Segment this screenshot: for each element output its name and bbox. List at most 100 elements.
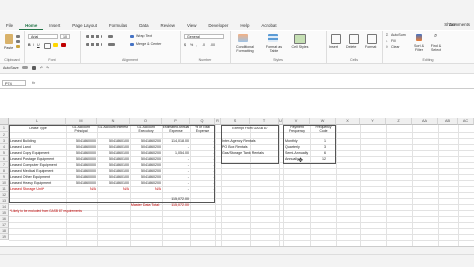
delete-button[interactable]: Delete [346,45,356,49]
column-header[interactable]: W [310,118,336,125]
select-all-corner[interactable] [0,118,9,125]
find-select-icon: ⌕ [434,33,438,39]
format-button[interactable]: Format [365,45,376,49]
tab-acrobat[interactable]: Acrobat [255,22,282,30]
redo-icon[interactable]: ↷ [46,66,49,70]
currency-icon[interactable]: $ [184,43,186,47]
autosum-icon: Σ [386,33,389,37]
tab-insert[interactable]: Insert [43,22,66,30]
horizontal-align-icon[interactable] [86,43,102,46]
autosave-toggle[interactable] [22,66,28,69]
row-header[interactable]: 1 [0,125,9,132]
clipboard-group: Paste Clipboard [0,31,25,63]
paste-button[interactable]: Paste [4,46,13,50]
formula-input[interactable] [40,80,470,86]
tab-page-layout[interactable]: Page Layout [66,22,103,30]
column-header[interactable]: M [66,118,97,125]
lease-type-cell: Leased Storage Unit* [10,187,45,191]
save-icon[interactable] [32,66,36,70]
tab-data[interactable]: Data [133,22,154,30]
tab-developer[interactable]: Developer [202,22,234,30]
copy-icon[interactable] [16,40,20,43]
column-header[interactable]: N [97,118,130,125]
footnote: *Likely to be excluded from GASB 87 requ… [10,209,82,213]
merge-center-button[interactable]: Merge & Center [136,42,161,46]
number-format-dropdown[interactable]: General [184,34,224,39]
header-estimated-expense: Estimated Annual Expense [162,126,190,133]
ribbon-tabs: File Home Insert Page Layout Formulas Da… [0,22,283,30]
column-header[interactable]: V [283,118,310,125]
clear-button[interactable]: Clear [391,45,400,49]
font-color-icon[interactable] [61,43,66,47]
cell-styles-button[interactable]: Cell Styles [290,45,310,49]
comma-icon[interactable]: , [196,43,197,47]
percent-icon[interactable]: % [190,43,193,47]
decrease-decimal-icon[interactable]: .00 [210,43,215,47]
exempt-item: Gas/Storage Tank Rentals [222,151,264,155]
column-header[interactable]: X [336,118,360,125]
header-lease-type: Lease Type [29,127,47,130]
tab-help[interactable]: Help [234,22,255,30]
tab-review[interactable]: Review [155,22,181,30]
autosave-label[interactable]: AutoSave [3,66,19,70]
bold-icon[interactable]: B [28,43,31,47]
format-painter-icon[interactable] [16,45,20,48]
name-box[interactable]: P74 [2,80,26,86]
fill-button[interactable]: Fill [391,39,396,43]
format-as-table-button[interactable]: Format as Table [262,45,286,53]
orientation-icon[interactable] [108,35,113,38]
insert-cells-icon [331,34,341,44]
header-frequency-code: Frequency Code [315,126,332,133]
find-select-button[interactable]: Find & Select [428,44,444,52]
column-header[interactable]: Q [190,118,215,125]
header-gl-interest: GL Account Interest [98,126,128,129]
font-name-dropdown[interactable]: Arial [28,34,58,39]
fill-color-icon[interactable] [53,43,58,47]
undo-icon[interactable]: ↶ [40,66,43,70]
clear-icon: ◊ [386,45,388,49]
tab-view[interactable]: View [181,22,202,30]
column-header[interactable]: S [221,118,250,125]
column-header[interactable]: Y [360,118,386,125]
sort-filter-button[interactable]: Sort & Filter [412,44,426,52]
gl-interest-cell: N/A [123,187,129,191]
italic-icon[interactable]: I [33,43,34,47]
comments-button[interactable]: Comments [449,22,470,27]
vertical-align-icon[interactable] [86,35,102,38]
column-header[interactable]: Z [386,118,412,125]
tab-file[interactable]: File [0,22,19,30]
conditional-formatting-button[interactable]: Conditional Formatting [232,45,258,53]
row-header[interactable]: 19 [0,234,9,240]
wrap-text-button[interactable]: Wrap Text [136,34,152,38]
column-header[interactable]: AB [438,118,458,125]
quick-access-toolbar: AutoSave ↶ ↷ [0,64,474,74]
column-header[interactable]: L [9,118,66,125]
column-header[interactable]: T [250,118,279,125]
column-header[interactable]: AA [412,118,438,125]
tab-formulas[interactable]: Formulas [103,22,133,30]
wrap-text-icon [130,35,134,38]
header-gl-executory: GL Account Executory [137,126,155,133]
function-icon[interactable]: fx [32,80,35,85]
column-header[interactable]: P [162,118,190,125]
font-label: Font [48,58,56,62]
font-size-dropdown[interactable]: 10 [60,34,70,39]
tab-home[interactable]: Home [19,22,44,30]
increase-decimal-icon[interactable]: .0 [202,43,205,47]
underline-icon[interactable]: U [37,43,40,47]
paste-icon [5,34,13,44]
autosum-button[interactable]: AutoSum [391,33,406,37]
styles-group: Conditional Formatting Format as Table C… [230,31,327,63]
editing-label: Editing [422,58,434,62]
column-header[interactable]: O [130,118,162,125]
cut-icon[interactable] [16,35,20,38]
column-header[interactable]: AC [458,118,474,125]
grid-row-line [9,240,474,241]
mouse-cursor-icon: ✥ [298,158,304,164]
borders-icon[interactable] [44,43,51,49]
cells-label: Cells [350,58,358,62]
indent-icon[interactable] [108,43,115,46]
grid-row-line [9,228,474,229]
insert-button[interactable]: Insert [329,45,338,49]
header-payment-frequency: Payment Frequency [288,126,306,133]
